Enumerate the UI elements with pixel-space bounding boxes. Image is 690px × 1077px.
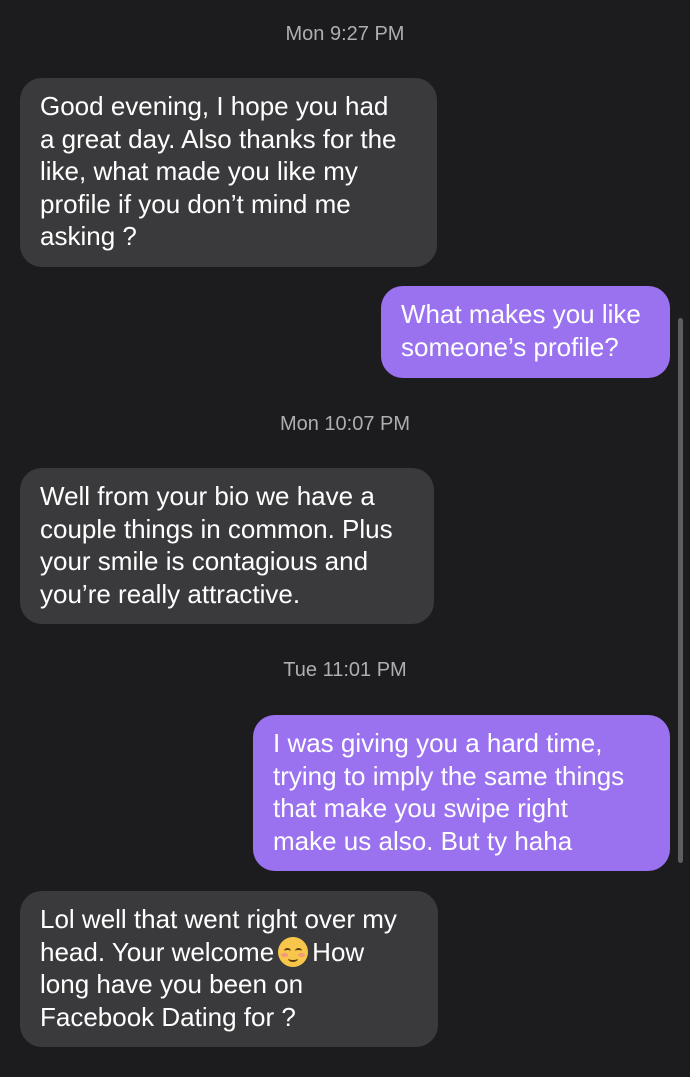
message-text: trying to imply the same things (273, 760, 625, 791)
timestamp: Tue 11:01 PM (283, 659, 407, 681)
message-bubble-incoming[interactable]: Well from your bio we have a couple thin… (20, 468, 434, 624)
message-text: Lol well that went right over my (40, 904, 397, 934)
message-text: your smile is contagious and (40, 546, 369, 576)
message-text: Good evening, I hope you had (40, 91, 389, 121)
message-bubble-outgoing[interactable]: What makes you like someone’s profile? (381, 286, 670, 378)
message-text: couple things in common. Plus (40, 513, 393, 544)
message-bubble-outgoing[interactable]: I was giving you a hard time, trying to … (253, 715, 670, 871)
message-text: Facebook Dating for ? (40, 1001, 296, 1032)
scrollbar[interactable] (678, 318, 683, 863)
message-text: you’re really attractive. (40, 578, 301, 609)
timestamp: Mon 10:07 PM (279, 413, 411, 435)
message-text: make us also. But ty haha (273, 825, 573, 856)
message-text-fragment: How (312, 936, 365, 967)
message-text: like, what made you like my (40, 156, 358, 186)
smiling-face-icon (278, 936, 309, 967)
message-text: Well from your bio we have a (40, 481, 375, 511)
message-text: What makes you like (401, 299, 641, 329)
message-text: profile if you don’t mind me (40, 188, 351, 219)
message-text: I was giving you a hard time, (273, 728, 603, 758)
message-text: long have you been on (40, 969, 304, 999)
message-text: head. Your welcome How (40, 936, 419, 969)
message-bubble-incoming[interactable]: Good evening, I hope you had a great day… (20, 78, 437, 267)
message-thread[interactable]: Mon 9:27 PM Good evening, I hope you had… (0, 0, 690, 1077)
message-text: someone’s profile? (401, 331, 619, 362)
message-text: that make you swipe right (273, 793, 568, 823)
message-text: asking ? (40, 221, 137, 251)
timestamp: Mon 9:27 PM (285, 23, 405, 45)
message-text: a great day. Also thanks for the (40, 123, 397, 154)
message-text-fragment: head. Your welcome (40, 936, 275, 967)
message-bubble-incoming[interactable]: Lol well that went right over my head. Y… (20, 891, 438, 1047)
